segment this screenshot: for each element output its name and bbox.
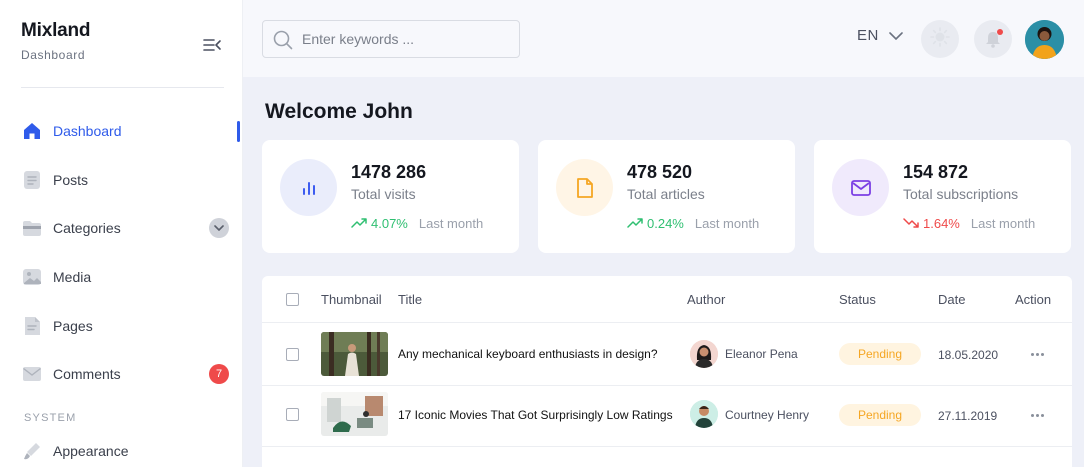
status-badge: Pending xyxy=(839,404,921,426)
stat-value: 1478 286 xyxy=(351,162,427,182)
column-header-title[interactable]: Title xyxy=(398,292,422,307)
collapse-menu-icon[interactable] xyxy=(202,36,222,54)
trend-period: Last month xyxy=(970,216,1036,231)
row-divider xyxy=(262,446,1072,447)
folder-icon xyxy=(22,218,42,238)
sidebar-item-comments[interactable]: Comments 7 xyxy=(0,354,243,394)
table-row[interactable]: Any mechanical keyboard enthusiasts in d… xyxy=(262,323,1072,385)
sidebar-item-categories[interactable]: Categories xyxy=(0,208,243,248)
sidebar-item-label: Comments xyxy=(53,366,121,382)
post-title[interactable]: Any mechanical keyboard enthusiasts in d… xyxy=(398,347,658,361)
stat-label: Total subscriptions xyxy=(903,186,1019,202)
trend-value: 1.64% xyxy=(923,216,960,231)
brush-icon xyxy=(22,441,42,461)
column-header-thumbnail[interactable]: Thumbnail xyxy=(321,292,382,307)
post-title[interactable]: 17 Iconic Movies That Got Surprisingly L… xyxy=(398,408,673,422)
author-name: Eleanor Pena xyxy=(725,347,798,361)
column-header-author[interactable]: Author xyxy=(687,292,725,307)
comments-count-badge: 7 xyxy=(209,364,229,384)
post-date: 18.05.2020 xyxy=(938,348,999,362)
search-input[interactable] xyxy=(302,31,502,47)
trend-period: Last month xyxy=(418,216,484,231)
language-selector[interactable]: EN xyxy=(857,27,903,44)
stat-trend: 0.24% Last month xyxy=(627,216,759,231)
column-header-status[interactable]: Status xyxy=(839,292,876,307)
stat-value: 154 872 xyxy=(903,162,969,182)
home-icon xyxy=(22,121,42,141)
author-avatar xyxy=(690,400,718,428)
column-header-action: Action xyxy=(1015,292,1052,307)
theme-toggle-button[interactable] xyxy=(921,20,959,58)
stat-value: 478 520 xyxy=(627,162,693,182)
top-bar: EN xyxy=(243,0,1084,77)
column-header-date[interactable]: Date xyxy=(938,292,965,307)
sidebar-item-label: Appearance xyxy=(53,443,129,459)
sidebar-item-appearance[interactable]: Appearance xyxy=(0,431,243,467)
author-avatar xyxy=(690,340,718,368)
trend-value: 4.07% xyxy=(371,216,408,231)
post-thumbnail[interactable] xyxy=(321,392,388,436)
stat-label: Total visits xyxy=(351,186,416,202)
posts-table: Thumbnail Title Author Status Date Actio… xyxy=(262,276,1072,467)
stat-card-subscriptions: 154 872 Total subscriptions 1.64% Last m… xyxy=(814,140,1071,253)
bar-chart-icon xyxy=(280,159,337,216)
sidebar-item-label: Dashboard xyxy=(53,123,122,139)
author-name: Courtney Henry xyxy=(725,408,810,422)
trend-up-icon xyxy=(351,216,367,231)
status-badge: Pending xyxy=(839,343,921,365)
trend-value: 0.24% xyxy=(647,216,684,231)
page-icon xyxy=(22,316,42,336)
sidebar-divider xyxy=(21,87,224,88)
stat-label: Total articles xyxy=(627,186,705,202)
trend-up-icon xyxy=(627,216,643,231)
user-avatar[interactable] xyxy=(1025,20,1064,59)
sidebar-section-label: SYSTEM xyxy=(24,412,77,424)
trend-period: Last month xyxy=(694,216,760,231)
stat-card-visits: 1478 286 Total visits 4.07% Last month xyxy=(262,140,519,253)
sun-icon xyxy=(929,26,951,53)
post-thumbnail[interactable] xyxy=(321,332,388,376)
stat-card-articles: 478 520 Total articles 0.24% Last month xyxy=(538,140,795,253)
sidebar-item-label: Pages xyxy=(53,318,93,334)
sidebar-item-media[interactable]: Media xyxy=(0,257,243,297)
sidebar-item-label: Media xyxy=(53,269,92,285)
table-row[interactable]: 17 Iconic Movies That Got Surprisingly L… xyxy=(262,385,1072,447)
brand-name: Mixland xyxy=(21,20,91,41)
post-date: 27.11.2019 xyxy=(938,409,998,423)
more-actions-icon[interactable] xyxy=(1031,410,1045,420)
document-icon xyxy=(22,170,42,190)
envelope-icon xyxy=(832,159,889,216)
page-title: Welcome John xyxy=(265,100,413,123)
select-all-checkbox[interactable] xyxy=(286,293,299,306)
bell-icon xyxy=(983,29,1003,49)
stat-trend: 1.64% Last month xyxy=(903,216,1035,231)
search-box xyxy=(262,20,520,58)
search-icon xyxy=(272,29,294,56)
sidebar-item-label: Categories xyxy=(53,220,121,236)
row-checkbox[interactable] xyxy=(286,408,299,421)
mail-icon xyxy=(22,364,42,384)
sidebar-item-posts[interactable]: Posts xyxy=(0,160,243,200)
chevron-down-icon xyxy=(889,27,903,44)
row-checkbox[interactable] xyxy=(286,348,299,361)
notifications-button[interactable] xyxy=(974,20,1012,58)
brand-subtitle: Dashboard xyxy=(21,48,86,62)
sidebar-item-dashboard[interactable]: Dashboard xyxy=(0,111,243,151)
sidebar-item-label: Posts xyxy=(53,172,89,188)
more-actions-icon[interactable] xyxy=(1031,349,1045,359)
file-icon xyxy=(556,159,613,216)
stat-trend: 4.07% Last month xyxy=(351,216,483,231)
notification-dot xyxy=(997,29,1003,35)
sidebar: Mixland Dashboard Dashboard Posts Catego… xyxy=(0,0,243,467)
brand: Mixland Dashboard xyxy=(21,20,91,62)
trend-down-icon xyxy=(903,216,919,231)
chevron-down-icon[interactable] xyxy=(209,218,229,238)
language-label: EN xyxy=(857,27,879,44)
sidebar-item-pages[interactable]: Pages xyxy=(0,306,243,346)
image-icon xyxy=(22,267,42,287)
